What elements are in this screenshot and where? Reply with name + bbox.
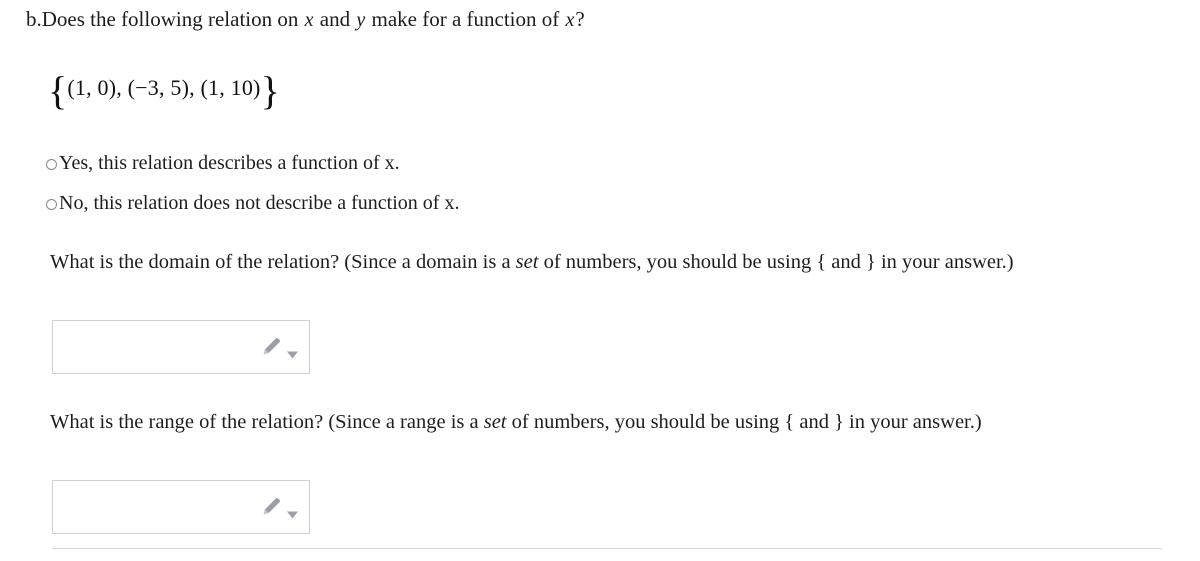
question-stem: b.Does the following relation on x and y… <box>26 4 585 35</box>
stem-text-2: and <box>314 7 356 31</box>
math-variable-x: x <box>304 9 314 31</box>
domain-text-after: of numbers, you should be using { and } … <box>538 251 1014 273</box>
math-variable-y: y <box>356 9 366 31</box>
choice-option-yes[interactable]: Yes, this relation describes a function … <box>46 143 459 183</box>
choice-group: Yes, this relation describes a function … <box>46 143 459 223</box>
set-open-brace: { <box>48 67 68 113</box>
section-divider <box>52 548 1162 549</box>
range-italic-set: set <box>483 411 507 433</box>
choice-option-no[interactable]: No, this relation does not describe a fu… <box>46 183 459 223</box>
domain-answer-box[interactable] <box>52 320 310 374</box>
set-close-brace: } <box>260 67 280 113</box>
radio-button-no[interactable] <box>46 198 57 210</box>
domain-answer-input[interactable] <box>53 321 258 373</box>
stem-text-3: make for a function of <box>366 7 565 31</box>
chevron-down-icon[interactable] <box>287 511 298 519</box>
choice-label-no: No, this relation does not describe a fu… <box>59 192 460 214</box>
stem-text-1: Does the following relation on <box>41 7 304 31</box>
domain-text-before: What is the domain of the relation? (Sin… <box>50 251 516 273</box>
domain-question-text: What is the domain of the relation? (Sin… <box>50 242 1174 282</box>
range-equation-editor-button[interactable] <box>260 492 300 522</box>
stem-text-4: ? <box>575 7 585 31</box>
radio-button-yes[interactable] <box>46 158 57 170</box>
math-variable-x-2: x <box>565 9 575 31</box>
relation-set: {(1, 0), (−3, 5), (1, 10)} <box>48 60 280 119</box>
range-text-before: What is the range of the relation? (Sinc… <box>50 411 484 433</box>
range-text-after: of numbers, you should be using { and } … <box>506 411 982 433</box>
domain-italic-set: set <box>515 251 539 273</box>
domain-equation-editor-button[interactable] <box>260 332 300 362</box>
choice-label-yes: Yes, this relation describes a function … <box>59 152 400 174</box>
question-page: b.Does the following relation on x and y… <box>0 0 1200 561</box>
range-answer-input[interactable] <box>53 481 258 533</box>
range-answer-box[interactable] <box>52 480 310 534</box>
question-label: b. <box>26 7 42 31</box>
range-question-text: What is the range of the relation? (Sinc… <box>50 402 1174 442</box>
chevron-down-icon[interactable] <box>287 351 298 359</box>
set-elements: (1, 0), (−3, 5), (1, 10) <box>67 75 261 100</box>
